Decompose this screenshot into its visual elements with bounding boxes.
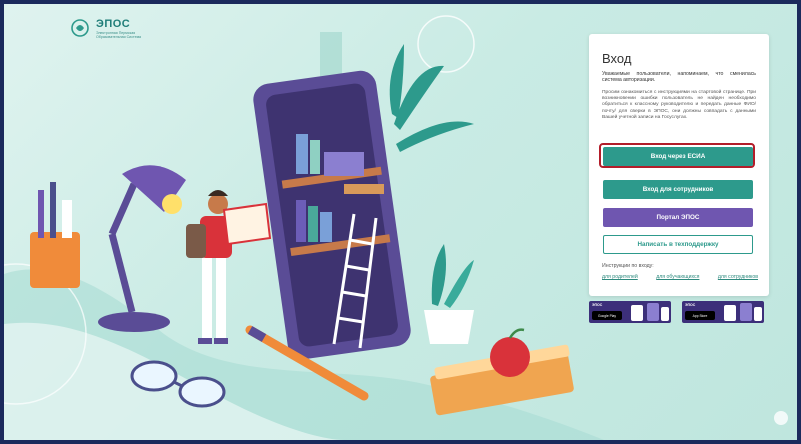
instruction-links: для родителей для обучающихся для сотруд…	[602, 274, 758, 280]
google-play-badge: Google Play	[592, 311, 622, 320]
login-panel: Вход Уважаемые пользователи, напоминаем,…	[589, 34, 769, 296]
esia-login-button[interactable]: Вход через ЕСИА	[603, 147, 753, 166]
staff-login-button[interactable]: Вход для сотрудников	[603, 180, 753, 199]
login-instructions-text: Просим ознакомиться с инструкциями на ст…	[602, 90, 756, 120]
login-title: Вход	[602, 51, 632, 66]
phone-bookshelf-illustration	[253, 70, 411, 360]
instructions-label: Инструкции по входу:	[602, 263, 654, 269]
app-store-banner[interactable]: ЭПОС App Store	[682, 301, 764, 323]
support-button[interactable]: Написать в техподдержку	[603, 235, 753, 254]
page-frame: ЭПОС Электронная Пермская Образовательна…	[4, 4, 797, 440]
store-app-name: ЭПОС	[592, 303, 603, 307]
google-play-banner[interactable]: ЭПОС Google Play	[589, 301, 671, 323]
potted-plant-illustration	[424, 244, 474, 344]
portal-button[interactable]: Портал ЭПОС	[603, 208, 753, 227]
app-store-badge: App Store	[685, 311, 715, 320]
link-students[interactable]: для обучающихся	[656, 274, 699, 280]
phones-icon	[631, 303, 669, 321]
glasses-illustration	[130, 360, 226, 408]
phones-icon	[724, 303, 762, 321]
auth-change-notice: Уважаемые пользователи, напоминаем, что …	[602, 71, 756, 84]
desk-lamp-illustration	[98, 165, 186, 332]
link-staff[interactable]: для сотрудников	[718, 274, 758, 280]
pencil-cup-illustration	[30, 182, 80, 288]
decorative-dot	[774, 411, 788, 425]
store-app-name: ЭПОС	[685, 303, 696, 307]
plant-illustration	[389, 44, 474, 152]
link-parents[interactable]: для родителей	[602, 274, 638, 280]
student-illustration	[186, 190, 272, 344]
